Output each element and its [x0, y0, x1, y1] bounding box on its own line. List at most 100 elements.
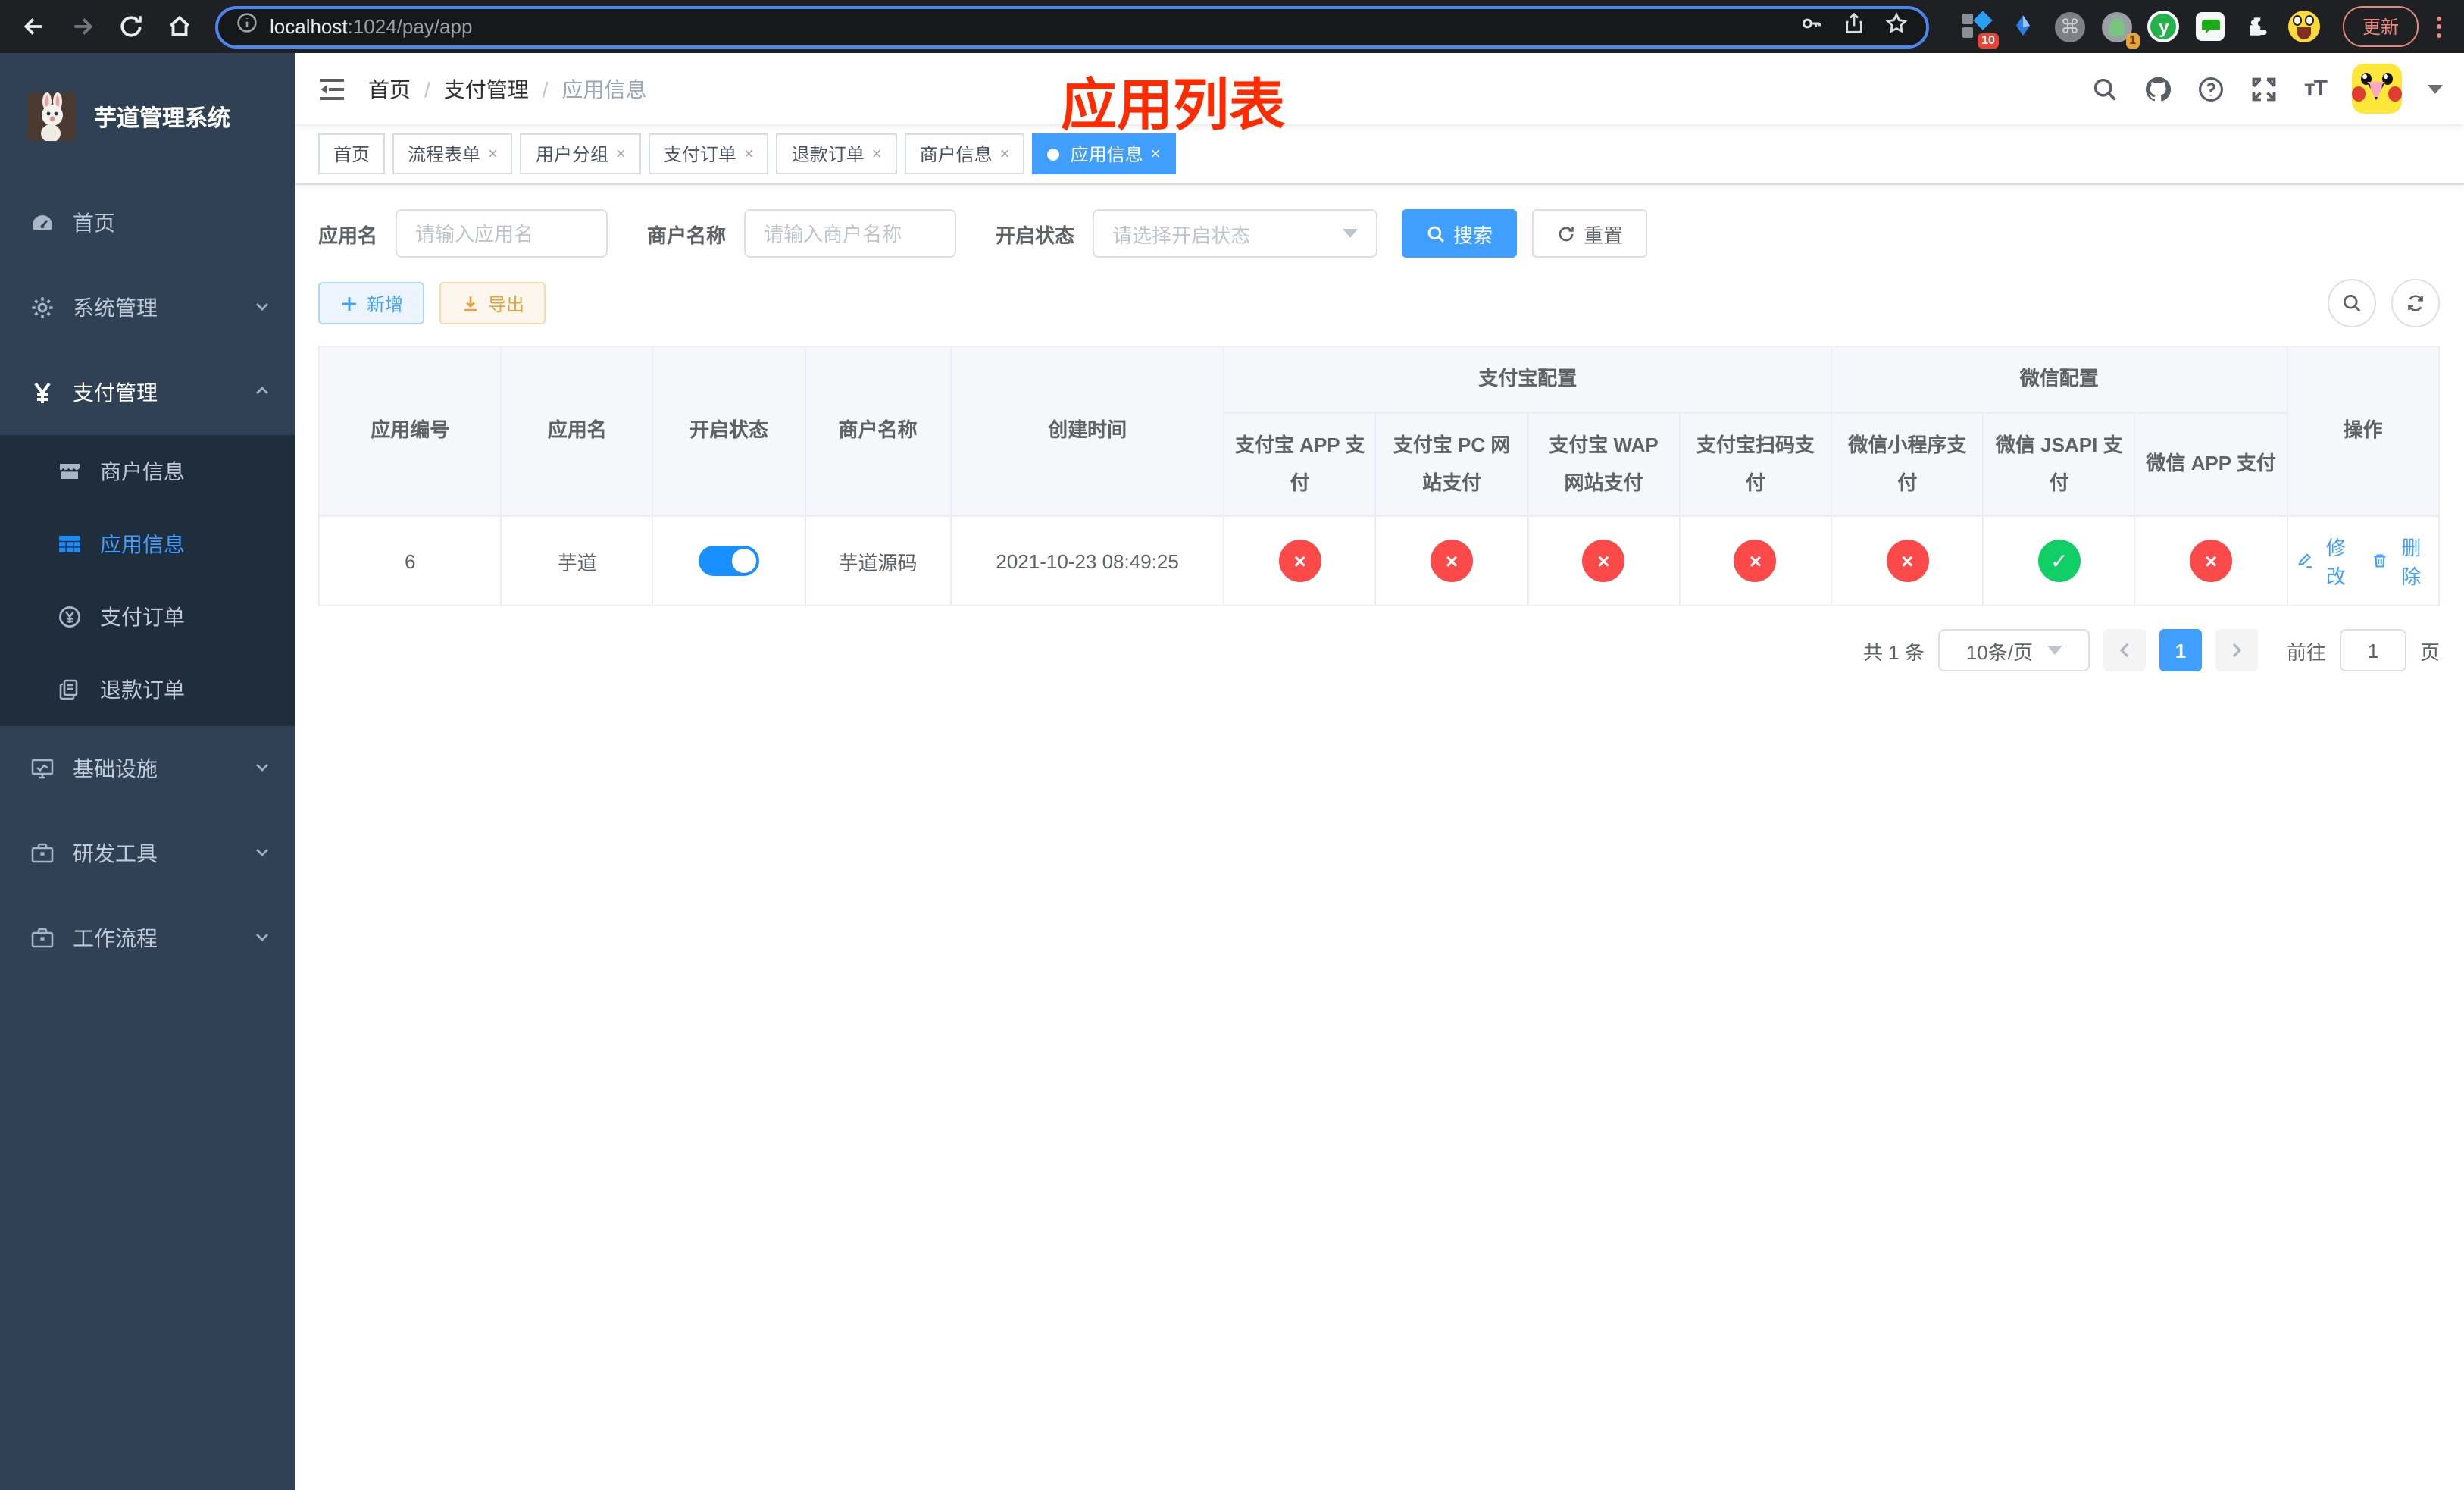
- browser-chrome: localhost:1024/pay/app 10 ⌘ 1 y 更新: [0, 0, 2464, 53]
- breadcrumb-home[interactable]: 首页: [368, 74, 411, 104]
- table-row: 6 芋道 芋道源码 2021-10-23 08:49:25 × × × × × …: [317, 515, 2441, 606]
- status-toggle[interactable]: [699, 546, 760, 576]
- header-search-icon[interactable]: [2092, 75, 2119, 102]
- monitor-icon: [30, 756, 55, 781]
- browser-forward-icon[interactable]: [61, 5, 103, 48]
- tab-user-group[interactable]: 用户分组 ×: [520, 133, 641, 174]
- chevron-down-icon: [253, 926, 271, 950]
- show-search-button[interactable]: [2328, 279, 2376, 327]
- browser-home-icon[interactable]: [158, 5, 200, 48]
- share-icon[interactable]: [1843, 11, 1865, 42]
- status-select[interactable]: 请选择开启状态: [1093, 209, 1378, 258]
- tab-merchant-info[interactable]: 商户信息 ×: [904, 133, 1025, 174]
- sidebar-item-payment-order[interactable]: 支付订单: [0, 581, 295, 653]
- close-icon[interactable]: ×: [744, 145, 754, 163]
- command-extension-icon[interactable]: ⌘: [2053, 10, 2087, 43]
- col-wechat-mini: 微信小程序支付: [1831, 412, 1984, 517]
- search-button[interactable]: 搜索: [1402, 209, 1518, 258]
- pagination: 共 1 条 10条/页 1 前往 页: [318, 629, 2440, 671]
- refresh-button[interactable]: [2391, 279, 2440, 327]
- reset-button[interactable]: 重置: [1532, 209, 1648, 258]
- help-icon[interactable]: [2198, 75, 2225, 102]
- col-wechat-jsapi: 微信 JSAPI 支付: [1982, 412, 2136, 517]
- breadcrumb-payment[interactable]: 支付管理: [444, 74, 529, 104]
- sidebar-item-workflow[interactable]: 工作流程: [0, 896, 295, 981]
- tab-payment-order[interactable]: 支付订单 ×: [648, 133, 769, 174]
- yen-circle-icon: [58, 605, 82, 629]
- extension-icons: 10 ⌘ 1 y: [1950, 10, 2331, 48]
- page-number-button[interactable]: 1: [2159, 629, 2202, 671]
- group-alipay-config: 支付宝配置: [1223, 346, 1833, 414]
- kite-extension-icon[interactable]: [2006, 10, 2040, 43]
- export-button[interactable]: 导出: [439, 282, 546, 324]
- close-icon[interactable]: ×: [872, 145, 882, 163]
- delete-link[interactable]: 删除: [2372, 532, 2429, 590]
- avatar-caret-icon[interactable]: [2428, 84, 2443, 101]
- sidebar-logo[interactable]: 芋道管理系统: [0, 53, 295, 180]
- collapse-sidebar-icon[interactable]: [317, 74, 347, 104]
- profile-extension-icon[interactable]: 1: [2100, 10, 2140, 48]
- col-merchant: 商户名称: [804, 346, 952, 517]
- app-table: 应用编号 应用名 开启状态 商户名称 创建时间 支付宝配置 微信配置 操作 支付…: [317, 346, 2441, 606]
- store-icon: [58, 459, 82, 484]
- site-info-icon[interactable]: [236, 12, 258, 41]
- browser-menu-icon[interactable]: [2425, 16, 2452, 37]
- tab-home[interactable]: 首页: [318, 133, 386, 174]
- goto-page-input[interactable]: [2339, 629, 2406, 671]
- github-icon[interactable]: [2145, 75, 2172, 102]
- address-bar[interactable]: localhost:1024/pay/app: [215, 5, 1929, 48]
- fullscreen-icon[interactable]: [2251, 75, 2278, 102]
- puzzle-extensions-icon[interactable]: [2241, 10, 2275, 43]
- browser-reload-icon[interactable]: [109, 5, 152, 48]
- close-icon[interactable]: ×: [488, 145, 498, 163]
- font-size-icon[interactable]: тT: [2304, 76, 2328, 102]
- tab-process-form[interactable]: 流程表单 ×: [392, 133, 513, 174]
- cell-app-id: 6: [317, 515, 502, 606]
- emoji-extension-icon[interactable]: [2288, 10, 2322, 43]
- url-text: localhost:1024/pay/app: [270, 15, 473, 38]
- prev-page-button[interactable]: [2103, 629, 2146, 671]
- cell-created: 2021-10-23 08:49:25: [949, 515, 1225, 606]
- add-button[interactable]: 新增: [318, 282, 425, 324]
- close-icon[interactable]: ×: [1151, 145, 1161, 163]
- sidebar-item-infrastructure[interactable]: 基础设施: [0, 726, 295, 811]
- close-icon[interactable]: ×: [1000, 145, 1010, 163]
- merchant-name-label: 商户名称: [647, 224, 727, 246]
- documents-icon: [58, 678, 82, 702]
- app-name-input[interactable]: [396, 209, 608, 258]
- close-icon[interactable]: ×: [616, 145, 626, 163]
- sidebar-item-payment[interactable]: 支付管理: [0, 350, 295, 435]
- sidebar-item-home[interactable]: 首页: [0, 180, 295, 265]
- tags-view: 首页 流程表单 × 用户分组 × 支付订单 × 退款订单 × 商户信息 × 应用信息 ×: [295, 124, 2464, 185]
- chrome-update-button[interactable]: 更新: [2342, 6, 2419, 47]
- browser-back-icon[interactable]: [12, 5, 55, 48]
- sidebar-item-dev-tools[interactable]: 研发工具: [0, 811, 295, 896]
- sidebar-item-merchant-info[interactable]: 商户信息: [0, 435, 295, 508]
- payment-submenu: 商户信息 应用信息 支付订单 退款订单: [0, 435, 295, 726]
- cell-merchant: 芋道源码: [804, 515, 952, 606]
- chevron-down-icon: [1343, 229, 1359, 246]
- page-size-select[interactable]: 10条/页: [1937, 629, 2090, 671]
- bookmark-star-icon[interactable]: [1885, 11, 1908, 42]
- app-name-label: 应用名: [318, 224, 378, 246]
- chevron-up-icon: [253, 380, 271, 405]
- chat-extension-icon[interactable]: [2194, 10, 2228, 43]
- sidebar-item-system[interactable]: 系统管理: [0, 265, 295, 350]
- tasks-extension-icon[interactable]: 10: [1959, 10, 1999, 48]
- sidebar-item-refund-order[interactable]: 退款订单: [0, 653, 295, 726]
- rabbit-logo: [27, 92, 76, 141]
- next-page-button[interactable]: [2215, 629, 2258, 671]
- password-key-icon[interactable]: [1800, 11, 1823, 42]
- status-label: 开启状态: [996, 224, 1075, 246]
- annotation-title: 应用列表: [1061, 74, 1285, 136]
- wechat-mini-status-icon: ×: [1886, 540, 1929, 582]
- avatar[interactable]: [2352, 64, 2402, 114]
- group-wechat-config: 微信配置: [1831, 346, 2288, 414]
- col-created: 创建时间: [949, 346, 1225, 517]
- gear-icon: [30, 296, 55, 320]
- sidebar-item-app-info[interactable]: 应用信息: [0, 508, 295, 581]
- merchant-name-input[interactable]: [744, 209, 957, 258]
- edit-link[interactable]: 修改: [2297, 532, 2353, 590]
- tab-refund-order[interactable]: 退款订单 ×: [776, 133, 897, 174]
- y-extension-icon[interactable]: y: [2147, 10, 2181, 43]
